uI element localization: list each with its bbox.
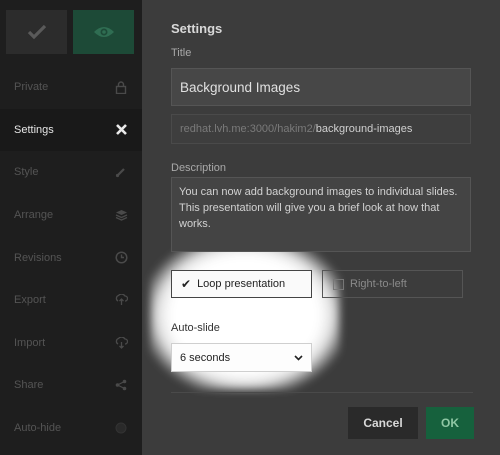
preview-button[interactable] bbox=[73, 10, 134, 54]
auto-slide-value: 6 seconds bbox=[180, 351, 231, 364]
save-button[interactable] bbox=[6, 10, 67, 54]
import-icon bbox=[114, 336, 128, 350]
share-icon bbox=[114, 378, 128, 392]
right-to-left-label: Right-to-left bbox=[350, 278, 407, 290]
title-label: Title bbox=[171, 47, 192, 59]
loop-presentation-label: Loop presentation bbox=[197, 278, 286, 290]
auto-slide-label: Auto-slide bbox=[171, 322, 220, 334]
stack-icon bbox=[114, 208, 128, 222]
sidebar-item-revisions[interactable]: Revisions bbox=[0, 236, 142, 279]
url-prefix: redhat.lvh.me:3000/hakim2/ bbox=[180, 123, 316, 135]
checkmark-icon: ✔ bbox=[181, 277, 192, 291]
sidebar-item-arrange[interactable]: Arrange bbox=[0, 194, 142, 237]
description-label: Description bbox=[171, 162, 227, 174]
title-value: Background Images bbox=[180, 79, 301, 95]
checkbox-icon bbox=[333, 278, 344, 290]
sidebar-item-share[interactable]: Share bbox=[0, 364, 142, 407]
checkmark-icon bbox=[27, 24, 46, 40]
right-to-left-toggle[interactable]: Right-to-left bbox=[322, 270, 463, 298]
sidebar-item-export[interactable]: Export bbox=[0, 279, 142, 322]
url-field[interactable]: redhat.lvh.me:3000/hakim2/background-ima… bbox=[171, 114, 471, 144]
sidebar-item-label: Export bbox=[14, 294, 46, 307]
brush-icon bbox=[114, 165, 128, 179]
divider bbox=[171, 392, 473, 393]
close-icon[interactable] bbox=[114, 123, 128, 137]
description-value: You can now add background images to ind… bbox=[179, 186, 458, 230]
sidebar-item-label: Style bbox=[14, 166, 39, 179]
sidebar-item-style[interactable]: Style bbox=[0, 151, 142, 194]
chevron-down-icon bbox=[294, 354, 303, 361]
sidebar-item-label: Arrange bbox=[14, 209, 54, 222]
sidebar-item-import[interactable]: Import bbox=[0, 322, 142, 365]
ok-button[interactable]: OK bbox=[426, 407, 474, 439]
lock-icon bbox=[114, 80, 128, 94]
sidebar-top-buttons bbox=[6, 10, 134, 54]
sidebar-item-label: Settings bbox=[14, 123, 54, 136]
page-title: Settings bbox=[171, 21, 223, 36]
toggle-icon[interactable] bbox=[114, 421, 128, 435]
clock-icon bbox=[114, 251, 128, 265]
loop-presentation-toggle[interactable]: ✔ Loop presentation bbox=[171, 270, 312, 298]
eye-icon bbox=[93, 27, 114, 37]
sidebar-item-label: Private bbox=[14, 81, 49, 94]
cancel-button[interactable]: Cancel bbox=[348, 407, 418, 439]
sidebar-nav: Private Settings Style Arrange Revisions… bbox=[0, 66, 142, 449]
sidebar: Private Settings Style Arrange Revisions… bbox=[0, 0, 142, 455]
auto-slide-select[interactable]: 6 seconds bbox=[171, 343, 312, 372]
sidebar-item-label: Share bbox=[14, 379, 44, 392]
sidebar-item-label: Auto-hide bbox=[14, 422, 62, 435]
sidebar-item-settings[interactable]: Settings bbox=[0, 108, 142, 152]
export-icon bbox=[114, 293, 128, 307]
sidebar-item-label: Revisions bbox=[14, 251, 62, 264]
title-input[interactable]: Background Images bbox=[171, 68, 471, 106]
url-slug: background-images bbox=[315, 123, 413, 135]
sidebar-item-label: Import bbox=[14, 336, 46, 349]
sidebar-item-private[interactable]: Private bbox=[0, 66, 142, 109]
description-textarea[interactable]: You can now add background images to ind… bbox=[171, 177, 471, 252]
sidebar-item-auto-hide[interactable]: Auto-hide bbox=[0, 407, 142, 450]
